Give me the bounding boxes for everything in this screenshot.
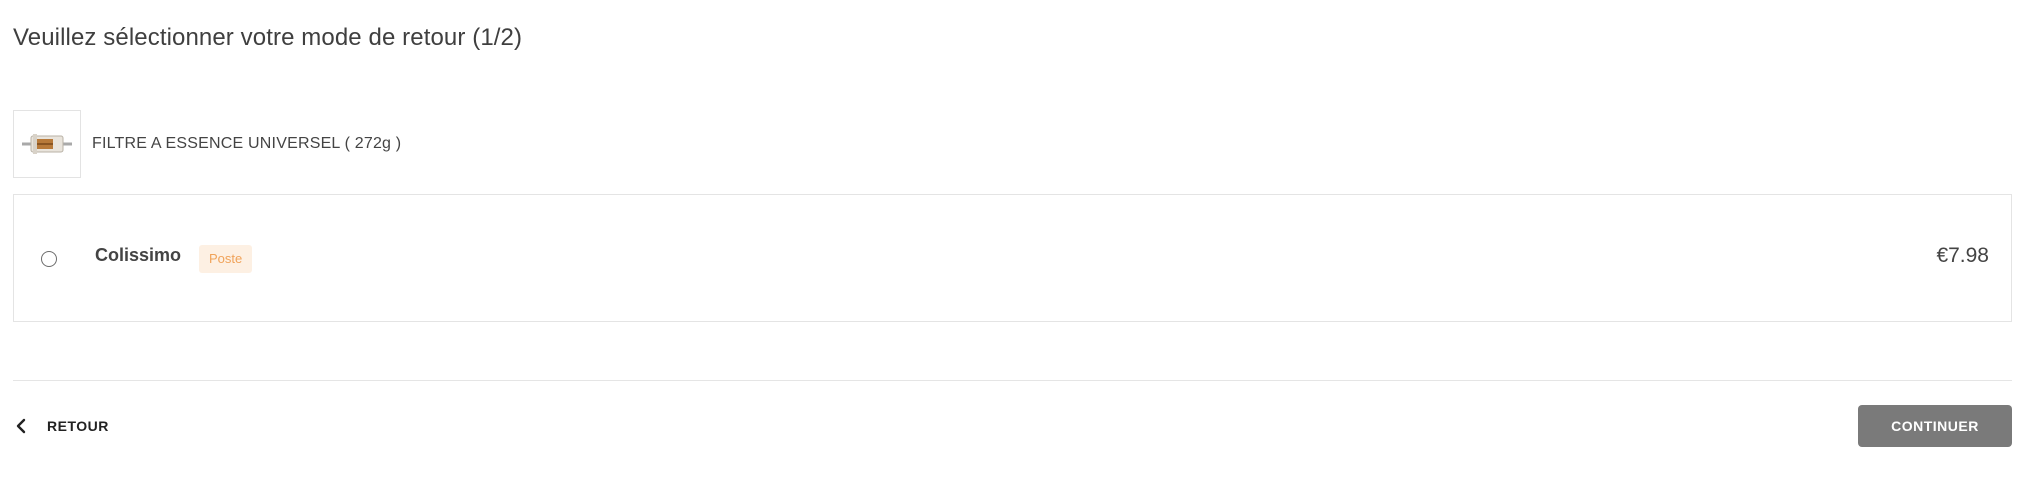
page-title: Veuillez sélectionner votre mode de reto… xyxy=(13,24,523,51)
shipping-price: €7.98 xyxy=(1936,244,1989,267)
back-button[interactable]: RETOUR xyxy=(13,415,109,437)
product-name: FILTRE A ESSENCE UNIVERSEL ( 272g ) xyxy=(92,135,402,152)
product-thumbnail xyxy=(13,110,81,178)
shipping-option-colissimo[interactable]: Colissimo Poste €7.98 xyxy=(13,194,2012,322)
shipping-option-radio[interactable] xyxy=(41,251,57,267)
footer-divider xyxy=(13,380,2012,381)
product-row: FILTRE A ESSENCE UNIVERSEL ( 272g ) xyxy=(13,110,401,178)
back-label: RETOUR xyxy=(47,418,109,434)
chevron-left-icon xyxy=(16,418,26,434)
carrier-badge: Poste xyxy=(199,245,253,273)
continue-button[interactable]: CONTINUER xyxy=(1858,405,2012,447)
carrier-name: Colissimo xyxy=(95,245,182,265)
fuel-filter-icon xyxy=(22,134,72,154)
return-method-page: Veuillez sélectionner votre mode de reto… xyxy=(0,0,2025,483)
